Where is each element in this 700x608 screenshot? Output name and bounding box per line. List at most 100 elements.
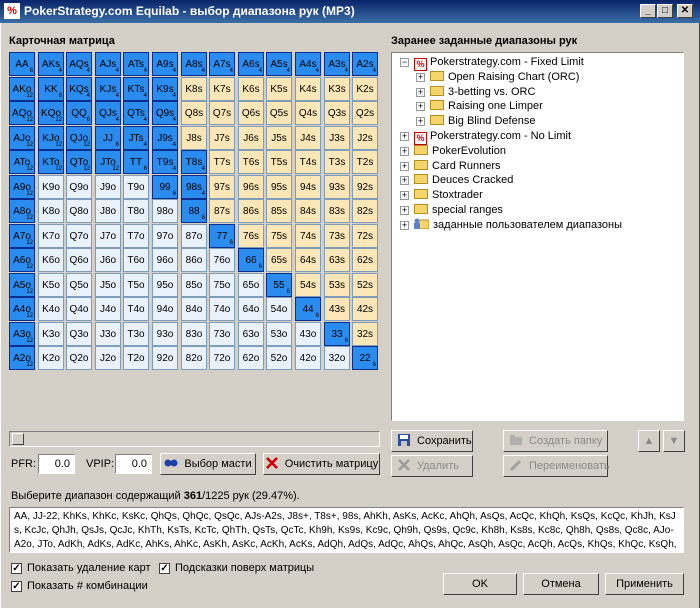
hand-cell-qts[interactable]: QTs 4 (123, 101, 149, 125)
hand-cell-93o[interactable]: 93o (152, 322, 178, 346)
hand-cell-a7o[interactable]: A7o 12 (9, 224, 35, 248)
hand-cell-74s[interactable]: 74s (295, 224, 321, 248)
hand-cell-q6s[interactable]: Q6s (238, 101, 264, 125)
hand-cell-84o[interactable]: 84o (181, 297, 207, 321)
hand-cell-99[interactable]: 99 6 (152, 175, 178, 199)
clear-matrix-button[interactable]: Очистить матрицу (263, 453, 380, 475)
hand-cell-98s[interactable]: 98s 4 (181, 175, 207, 199)
delete-button[interactable]: Удалить (391, 455, 473, 477)
hand-cell-k3s[interactable]: K3s (324, 77, 350, 101)
hand-cell-q3s[interactable]: Q3s (324, 101, 350, 125)
hand-cell-k6o[interactable]: K6o (38, 248, 64, 272)
hand-cell-73o[interactable]: 73o (209, 322, 235, 346)
hand-cell-q2s[interactable]: Q2s (352, 101, 378, 125)
hand-cell-q4o[interactable]: Q4o (66, 297, 92, 321)
hand-cell-96o[interactable]: 96o (152, 248, 178, 272)
hand-cell-85s[interactable]: 85s (266, 199, 292, 223)
hand-cell-j9s[interactable]: J9s 4 (152, 126, 178, 150)
show-card-removal-checkbox[interactable]: ✓ (11, 563, 22, 574)
hand-cell-64o[interactable]: 64o (238, 297, 264, 321)
hand-cell-jto[interactable]: JTo 12 (95, 150, 121, 174)
hand-cell-a5o[interactable]: A5o 12 (9, 273, 35, 297)
cancel-button[interactable]: Отмена (523, 573, 599, 595)
hand-cell-73s[interactable]: 73s (324, 224, 350, 248)
hand-cell-t4s[interactable]: T4s (295, 150, 321, 174)
tree-item[interactable]: Big Blind Defense (430, 114, 535, 129)
hand-cell-qjs[interactable]: QJs 4 (95, 101, 121, 125)
vpip-input[interactable]: 0.0 (115, 454, 152, 474)
hand-cell-72s[interactable]: 72s (352, 224, 378, 248)
hand-cell-52s[interactable]: 52s (352, 273, 378, 297)
hand-cell-52o[interactable]: 52o (266, 346, 292, 370)
expand-icon[interactable]: + (416, 87, 425, 97)
hand-cell-k2s[interactable]: K2s (352, 77, 378, 101)
hand-cell-t5s[interactable]: T5s (266, 150, 292, 174)
hand-cell-t8o[interactable]: T8o (123, 199, 149, 223)
hand-cell-tt[interactable]: TT 6 (123, 150, 149, 174)
tree-item[interactable]: % Pokerstrategy.com - No Limit (414, 129, 571, 145)
hand-cell-k4s[interactable]: K4s (295, 77, 321, 101)
hand-cell-95s[interactable]: 95s (266, 175, 292, 199)
expand-icon[interactable]: + (400, 220, 409, 230)
move-down-button[interactable]: ▼ (663, 430, 685, 452)
tree-item[interactable]: Open Raising Chart (ORC) (430, 70, 579, 85)
hand-cell-aqo[interactable]: AQo 12 (9, 101, 35, 125)
hand-cell-jj[interactable]: JJ 6 (95, 126, 121, 150)
hand-cell-kk[interactable]: KK 6 (38, 77, 64, 101)
hand-cell-j4o[interactable]: J4o (95, 297, 121, 321)
hand-cell-q9o[interactable]: Q9o (66, 175, 92, 199)
hand-cell-22[interactable]: 22 6 (352, 346, 378, 370)
hand-cell-t8s[interactable]: T8s 4 (181, 150, 207, 174)
show-combos-checkbox[interactable]: ✓ (11, 581, 22, 592)
hand-cell-86o[interactable]: 86o (181, 248, 207, 272)
hand-cell-95o[interactable]: 95o (152, 273, 178, 297)
hand-cell-96s[interactable]: 96s (238, 175, 264, 199)
hand-cell-a5s[interactable]: A5s 4 (266, 52, 292, 76)
hand-cell-aa[interactable]: AA 6 (9, 52, 35, 76)
hand-cell-88[interactable]: 88 6 (181, 199, 207, 223)
hand-cell-q7s[interactable]: Q7s (209, 101, 235, 125)
expand-icon[interactable]: + (400, 161, 409, 171)
hand-cell-55[interactable]: 55 6 (266, 273, 292, 297)
expand-icon[interactable]: + (416, 72, 425, 82)
hand-cell-t6o[interactable]: T6o (123, 248, 149, 272)
hand-cell-kqs[interactable]: KQs 4 (66, 77, 92, 101)
hand-cell-a4s[interactable]: A4s 4 (295, 52, 321, 76)
hand-cell-q8s[interactable]: Q8s (181, 101, 207, 125)
hand-cell-32o[interactable]: 32o (324, 346, 350, 370)
hand-cell-k8s[interactable]: K8s (181, 77, 207, 101)
hand-cell-q5o[interactable]: Q5o (66, 273, 92, 297)
hand-cell-a8s[interactable]: A8s 4 (181, 52, 207, 76)
hand-cell-66[interactable]: 66 6 (238, 248, 264, 272)
hand-cell-72o[interactable]: 72o (209, 346, 235, 370)
save-button[interactable]: Сохранить (391, 430, 473, 452)
hand-cell-j9o[interactable]: J9o (95, 175, 121, 199)
expand-icon[interactable]: + (400, 146, 409, 156)
tree-item[interactable]: Deuces Cracked (414, 173, 513, 188)
hand-cell-75s[interactable]: 75s (266, 224, 292, 248)
hand-cell-j2s[interactable]: J2s (352, 126, 378, 150)
hand-cell-q3o[interactable]: Q3o (66, 322, 92, 346)
hand-cell-j7o[interactable]: J7o (95, 224, 121, 248)
hand-cell-a9o[interactable]: A9o 12 (9, 175, 35, 199)
hand-cell-ato[interactable]: ATo 12 (9, 150, 35, 174)
hand-cell-t3s[interactable]: T3s (324, 150, 350, 174)
create-folder-button[interactable]: Создать папку (503, 430, 608, 452)
hand-cell-62o[interactable]: 62o (238, 346, 264, 370)
hand-cell-t7s[interactable]: T7s (209, 150, 235, 174)
hand-cell-q9s[interactable]: Q9s 4 (152, 101, 178, 125)
tree-item[interactable]: Card Runners (414, 159, 500, 174)
hand-cell-t3o[interactable]: T3o (123, 322, 149, 346)
hand-cell-kqo[interactable]: KQo 12 (38, 101, 64, 125)
select-suits-button[interactable]: Выбор масти (160, 453, 256, 475)
hand-cell-a6s[interactable]: A6s 4 (238, 52, 264, 76)
tree-item[interactable]: 3-betting vs. ORC (430, 85, 535, 100)
hand-cell-j4s[interactable]: J4s (295, 126, 321, 150)
hand-cell-54s[interactable]: 54s (295, 273, 321, 297)
hand-cell-ats[interactable]: ATs 4 (123, 52, 149, 76)
hand-cell-44[interactable]: 44 6 (295, 297, 321, 321)
hand-cell-aqs[interactable]: AQs 4 (66, 52, 92, 76)
hand-cell-74o[interactable]: 74o (209, 297, 235, 321)
hand-cell-83s[interactable]: 83s (324, 199, 350, 223)
hand-cell-92o[interactable]: 92o (152, 346, 178, 370)
